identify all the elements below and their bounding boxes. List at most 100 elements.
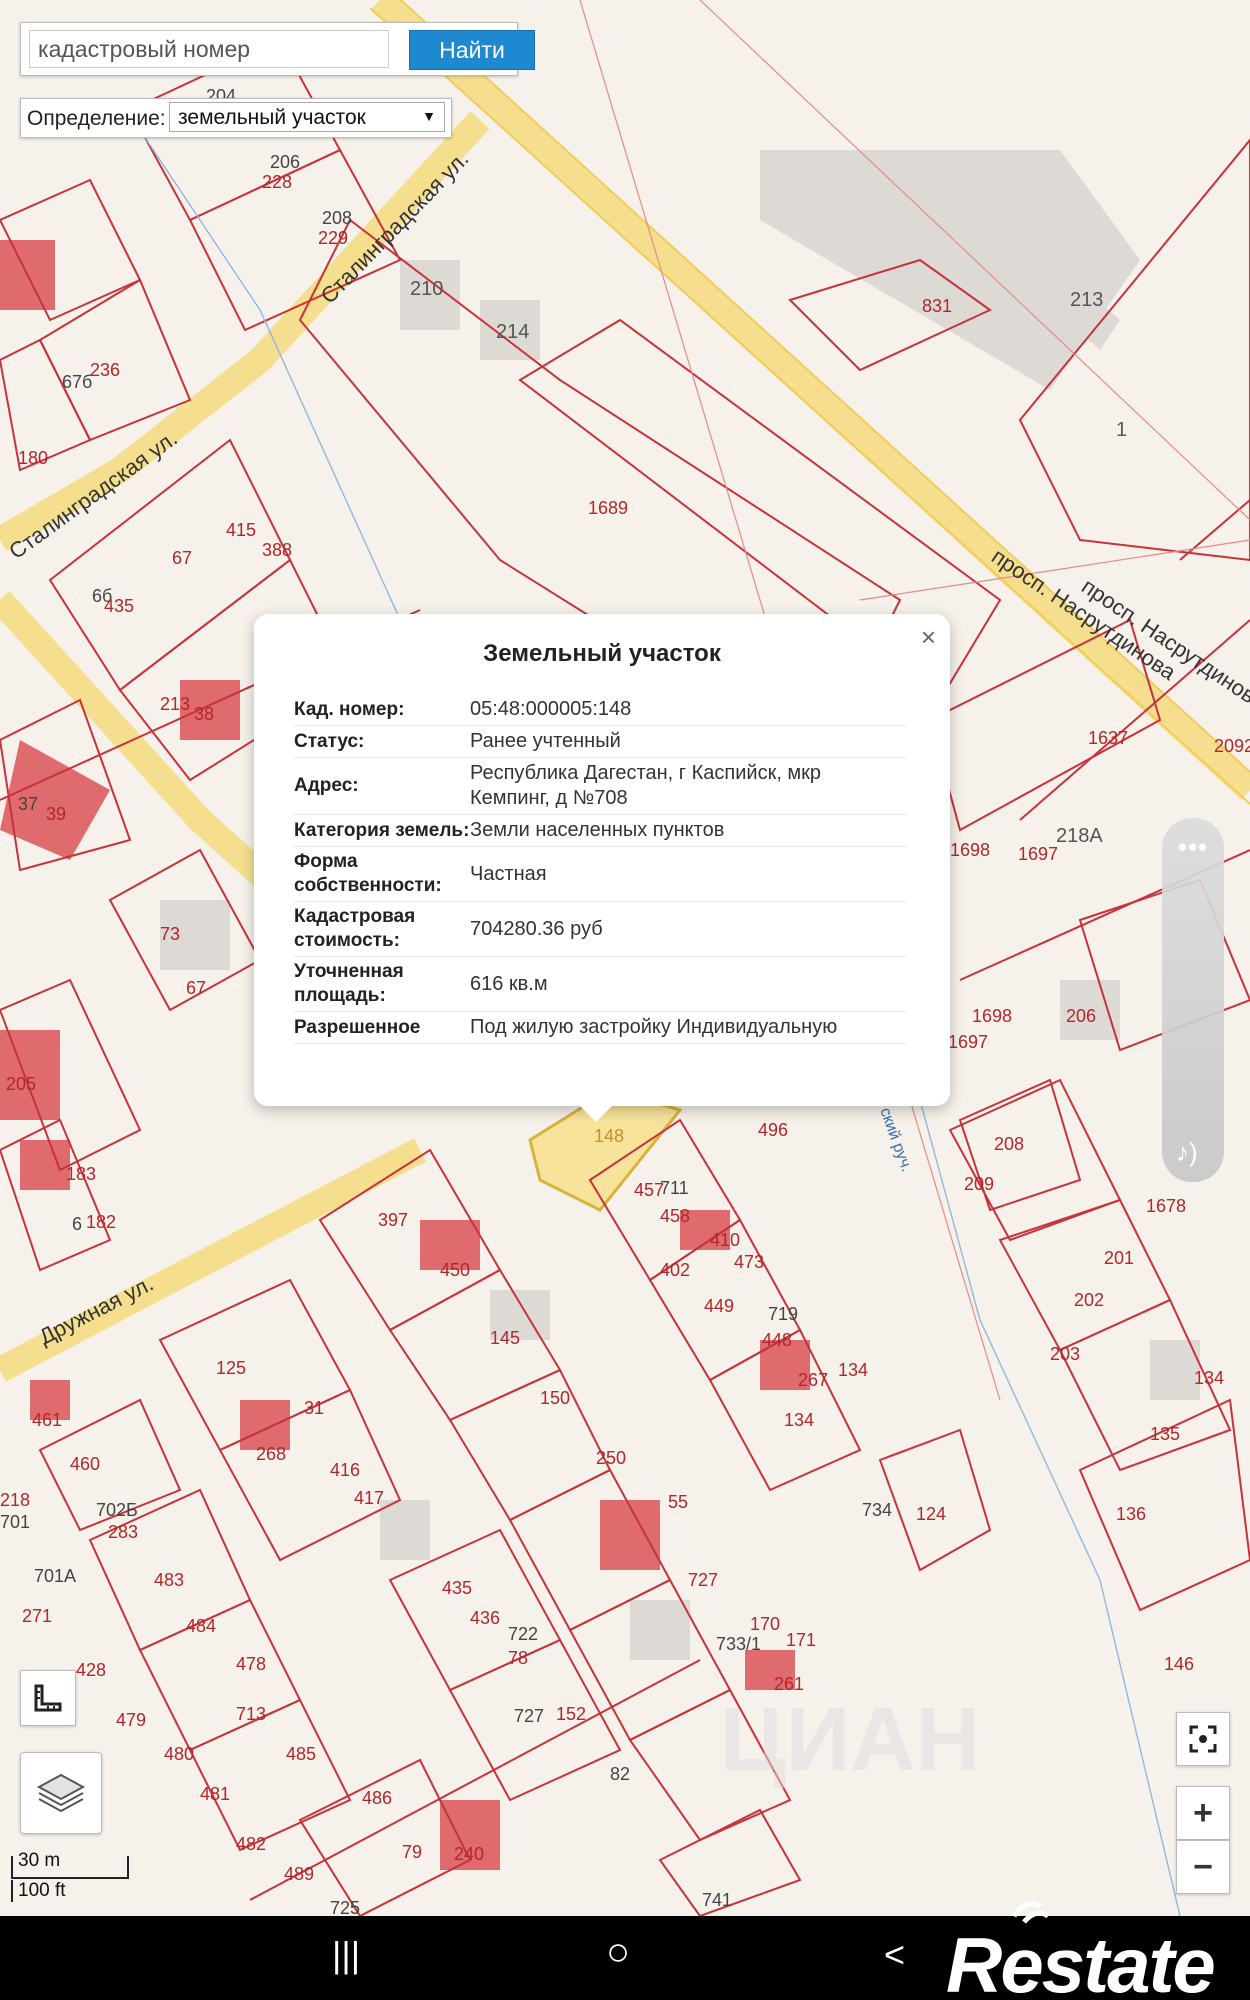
- parcel-info-popup: × Земельный участок Кад. номер: 05:48:000…: [254, 614, 950, 1122]
- svg-text:205: 205: [6, 1074, 36, 1094]
- svg-text:1697: 1697: [948, 1032, 988, 1052]
- svg-text:150: 150: [540, 1388, 570, 1408]
- svg-text:485: 485: [286, 1744, 316, 1764]
- svg-text:448: 448: [762, 1330, 792, 1350]
- popup-title: Земельный участок: [483, 640, 721, 667]
- info-key: Категория земель:: [294, 819, 470, 841]
- fullscreen-button[interactable]: [1176, 1712, 1230, 1766]
- svg-text:483: 483: [154, 1570, 184, 1590]
- info-value: Республика Дагестан, г Каспийск, мкр Кем…: [470, 762, 822, 809]
- svg-text:478: 478: [236, 1654, 266, 1674]
- svg-text:449: 449: [704, 1296, 734, 1316]
- svg-text:711: 711: [660, 1178, 689, 1198]
- svg-text:461: 461: [32, 1410, 62, 1430]
- svg-text:67: 67: [186, 978, 206, 998]
- svg-text:450: 450: [440, 1260, 470, 1280]
- svg-text:417: 417: [354, 1488, 384, 1508]
- svg-text:701: 701: [0, 1512, 30, 1532]
- find-button[interactable]: Найти: [409, 30, 535, 70]
- watermark: ЦИАН: [720, 1690, 980, 1790]
- svg-text:136: 136: [1116, 1504, 1146, 1524]
- side-panel-handle[interactable]: ••• ♪): [1162, 818, 1224, 1182]
- svg-text:733/1: 733/1: [716, 1634, 761, 1654]
- svg-text:134: 134: [1194, 1368, 1224, 1388]
- home-icon[interactable]: ○: [606, 1930, 630, 1975]
- info-value: Частная: [470, 862, 547, 885]
- svg-text:210: 210: [410, 278, 443, 300]
- svg-text:436: 436: [470, 1608, 500, 1628]
- definition-selected-value: земельный участок: [178, 106, 366, 129]
- svg-text:397: 397: [378, 1210, 408, 1230]
- svg-text:73: 73: [160, 924, 180, 944]
- sound-icon[interactable]: ♪): [1176, 1137, 1198, 1168]
- svg-text:148: 148: [594, 1126, 624, 1146]
- cadastral-number-input[interactable]: [29, 30, 389, 68]
- svg-text:171: 171: [786, 1630, 816, 1650]
- svg-text:201: 201: [1104, 1248, 1134, 1268]
- svg-text:208: 208: [322, 208, 352, 228]
- svg-text:1: 1: [1116, 419, 1127, 441]
- svg-text:67: 67: [172, 548, 192, 568]
- info-key: Статус:: [294, 730, 365, 752]
- svg-text:1697: 1697: [1018, 844, 1058, 864]
- info-row: Форма собственности: Частная: [294, 847, 906, 902]
- svg-text:206: 206: [270, 152, 300, 172]
- svg-text:202: 202: [1074, 1290, 1104, 1310]
- parcel-info-table[interactable]: Кад. номер: 05:48:000005:148 Статус: Ранее…: [294, 694, 906, 1084]
- svg-text:1698: 1698: [950, 840, 990, 860]
- svg-text:831: 831: [922, 296, 952, 316]
- svg-text:473: 473: [734, 1252, 764, 1272]
- svg-text:727: 727: [688, 1570, 718, 1590]
- svg-text:268: 268: [256, 1444, 286, 1464]
- svg-text:78: 78: [508, 1648, 528, 1668]
- svg-text:713: 713: [236, 1704, 266, 1724]
- svg-text:240: 240: [454, 1844, 484, 1864]
- recent-apps-icon[interactable]: |||: [332, 1934, 360, 1976]
- svg-text:388: 388: [262, 540, 292, 560]
- more-icon[interactable]: •••: [1162, 832, 1224, 863]
- svg-text:480: 480: [164, 1744, 194, 1764]
- svg-text:719: 719: [768, 1304, 798, 1324]
- svg-text:206: 206: [1066, 1006, 1096, 1026]
- svg-text:183: 183: [66, 1164, 96, 1184]
- svg-text:416: 416: [330, 1460, 360, 1480]
- svg-text:435: 435: [104, 596, 134, 616]
- info-row: Разрешенное Под жилую застройку Индивидуа…: [294, 1012, 906, 1044]
- svg-text:135: 135: [1150, 1424, 1180, 1444]
- definition-select[interactable]: земельный участок ▼: [169, 102, 445, 132]
- svg-text:410: 410: [710, 1230, 740, 1250]
- svg-text:39: 39: [46, 804, 66, 824]
- info-value: 616 кв.м: [470, 972, 548, 995]
- info-row: Кадастровая стоимость: 704280.36 руб: [294, 902, 906, 957]
- info-key: Кадастровая стоимость:: [294, 906, 416, 951]
- back-icon[interactable]: <: [884, 1934, 905, 1976]
- svg-text:460: 460: [70, 1454, 100, 1474]
- svg-text:2092: 2092: [1214, 736, 1250, 756]
- svg-text:31: 31: [304, 1398, 324, 1418]
- search-panel: Найти: [20, 22, 535, 76]
- svg-text:124: 124: [916, 1504, 946, 1524]
- svg-text:180: 180: [18, 448, 48, 468]
- svg-text:271: 271: [22, 1606, 52, 1626]
- svg-text:134: 134: [784, 1410, 814, 1430]
- svg-text:38: 38: [194, 704, 214, 724]
- scale-bar: 30 m 100 ft: [8, 1850, 132, 1908]
- svg-text:229: 229: [318, 228, 348, 248]
- scale-imperial: 100 ft: [18, 1880, 66, 1901]
- layers-icon: [36, 1773, 86, 1813]
- zoom-out-button[interactable]: −: [1176, 1840, 1230, 1894]
- svg-text:250: 250: [596, 1448, 626, 1468]
- info-value: Земли населенных пунктов: [470, 819, 725, 841]
- svg-text:182: 182: [86, 1212, 116, 1232]
- svg-text:489: 489: [284, 1864, 314, 1884]
- svg-text:213: 213: [160, 694, 190, 714]
- layers-button[interactable]: [20, 1752, 102, 1834]
- zoom-in-button[interactable]: +: [1176, 1786, 1230, 1840]
- info-value: 704280.36 руб: [470, 917, 603, 940]
- info-row: Уточненная площадь: 616 кв.м: [294, 957, 906, 1012]
- measure-button[interactable]: [20, 1670, 76, 1726]
- svg-text:722: 722: [508, 1624, 538, 1644]
- svg-text:741: 741: [702, 1890, 732, 1910]
- svg-text:214: 214: [496, 321, 529, 343]
- info-key: Кад. номер:: [294, 698, 405, 720]
